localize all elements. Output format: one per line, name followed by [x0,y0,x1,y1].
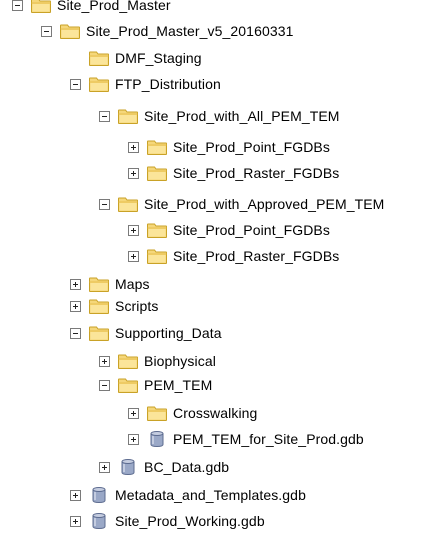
tree-item-label: Site_Prod_with_Approved_PEM_TEM [144,196,385,212]
folder-icon [88,275,110,293]
minus-stroke [44,30,49,32]
tree-item-label: PEM_TEM_for_Site_Prod.gdb [173,431,364,447]
folder-icon [117,195,139,213]
folder-icon [146,247,168,265]
plus-stroke [133,253,134,259]
collapse-icon[interactable] [41,25,52,37]
collapse-icon[interactable] [12,0,23,11]
database-icon [146,430,168,448]
folder-icon [59,22,81,40]
plus-stroke [133,227,134,233]
tree-item-label: Scripts [115,298,159,314]
tree-item-label: Metadata_and_Templates.gdb [115,487,306,503]
tree-item-label: DMF_Staging [115,50,202,66]
folder-icon [117,352,139,370]
tree-item-site-prod-raster-fgdbs[interactable]: Site_Prod_Raster_FGDBs [128,243,339,269]
minus-stroke [73,332,78,334]
tree-item-site-prod-master-v5-20160331[interactable]: Site_Prod_Master_v5_20160331 [41,18,294,44]
plus-stroke [133,410,134,416]
tree-item-label: Maps [115,276,150,292]
tree-item-label: Site_Prod_Raster_FGDBs [173,248,340,264]
expand-icon[interactable] [99,355,110,367]
tree-item-pem-tem-for-site-prod-gdb[interactable]: PEM_TEM_for_Site_Prod.gdb [128,426,364,452]
database-icon [88,512,110,530]
expand-icon[interactable] [128,250,139,262]
expand-icon[interactable] [128,167,139,179]
plus-stroke [75,281,76,287]
tree-item-label: Supporting_Data [115,325,222,341]
tree-item-label: Site_Prod_with_All_PEM_TEM [144,108,340,124]
expand-icon[interactable] [70,278,81,290]
tree-item-label: Site_Prod_Point_FGDBs [173,139,330,155]
minus-stroke [102,384,107,386]
folder-icon [88,297,110,315]
plus-stroke [75,303,76,309]
collapse-icon[interactable] [99,379,110,391]
plus-stroke [133,436,134,442]
catalog-tree: Site_Prod_Master Site_Prod_Master_v5_2016… [0,0,432,533]
tree-item-pem-tem[interactable]: PEM_TEM [99,372,212,398]
collapse-icon[interactable] [70,78,81,90]
tree-item-scripts[interactable]: Scripts [70,293,159,319]
folder-icon [88,324,110,342]
folder-icon [146,404,168,422]
expand-icon[interactable] [128,407,139,419]
plus-stroke [75,492,76,498]
plus-stroke [104,464,105,470]
expand-icon[interactable] [99,461,110,473]
minus-stroke [102,115,107,117]
database-icon [88,486,110,504]
tree-item-label: Site_Prod_Master [57,0,171,13]
tree-item-metadata-and-templates-gdb[interactable]: Metadata_and_Templates.gdb [70,482,306,508]
tree-item-site-prod-point-fgdbs[interactable]: Site_Prod_Point_FGDBs [128,134,330,160]
collapse-icon[interactable] [99,110,110,122]
folder-icon [88,75,110,93]
tree-item-site-prod-working-gdb[interactable]: Site_Prod_Working.gdb [70,508,265,534]
plus-stroke [133,144,134,150]
collapse-icon[interactable] [70,327,81,339]
tree-item-crosswalking[interactable]: Crosswalking [128,400,257,426]
tree-item-label: Site_Prod_Working.gdb [115,513,265,529]
expand-icon[interactable] [128,224,139,236]
tree-item-site-prod-raster-fgdbs[interactable]: Site_Prod_Raster_FGDBs [128,160,339,186]
plus-stroke [133,170,134,176]
tree-item-label: Site_Prod_Point_FGDBs [173,222,330,238]
collapse-icon[interactable] [99,198,110,210]
tree-item-label: Crosswalking [173,405,258,421]
expand-icon[interactable] [70,300,81,312]
tree-item-bc-data-gdb[interactable]: BC_Data.gdb [99,454,229,480]
plus-stroke [104,358,105,364]
tree-item-biophysical[interactable]: Biophysical [99,348,216,374]
folder-icon [117,376,139,394]
tree-item-supporting-data[interactable]: Supporting_Data [70,320,222,346]
folder-icon [146,164,168,182]
expand-icon[interactable] [70,515,81,527]
tree-item-label: Site_Prod_Master_v5_20160331 [86,23,294,39]
tree-item-site-prod-master[interactable]: Site_Prod_Master [12,0,171,18]
tree-item-label: FTP_Distribution [115,76,221,92]
expand-icon[interactable] [70,489,81,501]
tree-item-dmf-staging[interactable]: DMF_Staging [70,45,202,71]
tree-item-label: Biophysical [144,353,216,369]
folder-icon [146,138,168,156]
folder-icon [117,107,139,125]
folder-icon [30,0,52,14]
minus-stroke [15,4,20,6]
expand-icon[interactable] [128,141,139,153]
folder-icon [146,221,168,239]
plus-stroke [75,518,76,524]
folder-icon [88,49,110,67]
tree-item-ftp-distribution[interactable]: FTP_Distribution [70,71,221,97]
tree-item-label: PEM_TEM [144,377,213,393]
tree-item-site-prod-with-approved-pem-tem[interactable]: Site_Prod_with_Approved_PEM_TEM [99,191,384,217]
tree-item-site-prod-point-fgdbs[interactable]: Site_Prod_Point_FGDBs [128,217,330,243]
database-icon [117,458,139,476]
minus-stroke [102,203,107,205]
minus-stroke [73,83,78,85]
expand-icon[interactable] [128,433,139,445]
tree-item-label: BC_Data.gdb [144,459,230,475]
tree-item-site-prod-with-all-pem-tem[interactable]: Site_Prod_with_All_PEM_TEM [99,103,340,129]
tree-item-label: Site_Prod_Raster_FGDBs [173,165,340,181]
